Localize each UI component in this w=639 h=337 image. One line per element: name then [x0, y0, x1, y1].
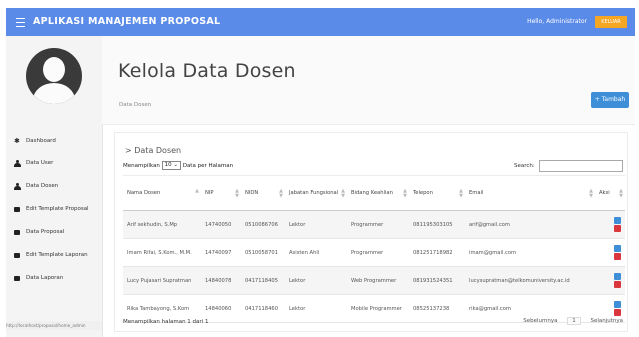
cell-nidn: 0417118405	[241, 266, 285, 295]
page-length-control: Menampilkan 10 ⌄ Data per Halaman	[123, 161, 233, 170]
file-icon	[14, 275, 21, 282]
cell-bidang: Mobile Programmer	[347, 294, 409, 323]
page-header: Kelola Data Dosen Data Dosen + Tambah	[102, 36, 635, 125]
cell-nidn: 0510058701	[241, 238, 285, 267]
cell-telepon: 08525137238	[409, 294, 465, 323]
sidebar-item-label: Edit Template Laporan	[26, 252, 88, 258]
cell-telepon: 081931524351	[409, 266, 465, 295]
app-title: APLIKASI MANAJEMEN PROPOSAL	[33, 16, 221, 27]
sidebar-item-label: Edit Template Proposal	[26, 206, 89, 212]
page-length-prefix: Menampilkan	[123, 163, 160, 169]
edit-icon[interactable]	[614, 273, 621, 280]
table-info: Menampilkan halaman 1 dari 1	[123, 319, 209, 325]
table-row: Lucy Pujasari Supratman 14840078 0417118…	[123, 266, 625, 295]
delete-icon[interactable]	[614, 281, 621, 288]
status-bar-url: http://localhost/proposal/home_admin	[6, 321, 102, 330]
cell-email: imam@gmail.com	[465, 238, 595, 267]
cell-telepon: 081195303105	[409, 210, 465, 239]
breadcrumb[interactable]: Data Dosen	[119, 102, 151, 108]
cell-nama: Imam Rifai, S.Kom., M.M.	[123, 238, 201, 267]
sidebar-item-label: Data Laporan	[26, 275, 64, 281]
table-row: Imam Rifai, S.Kom., M.M. 14740097 051005…	[123, 238, 625, 267]
cell-aksi	[595, 266, 625, 295]
logout-button[interactable]: KELUAR	[595, 16, 627, 28]
sidebar-item-data-dosen[interactable]: Data Dosen	[6, 181, 102, 193]
cell-nidn: 0510086706	[241, 210, 285, 239]
cell-bidang: Programmer	[347, 210, 409, 239]
search-label: Search:	[514, 163, 535, 169]
cell-jabatan: Lektor	[285, 210, 347, 239]
file-icon	[14, 206, 21, 213]
cell-nip: 14840078	[201, 266, 241, 295]
edit-icon[interactable]	[614, 245, 621, 252]
sidebar-item-data-proposal[interactable]: Data Proposal	[6, 227, 102, 239]
sidebar-item-label: Data Dosen	[26, 183, 59, 189]
user-icon	[14, 183, 21, 190]
sidebar-item-data-laporan[interactable]: Data Laporan	[6, 273, 102, 285]
sidebar-item-dashboard[interactable]: ✱ Dashboard	[6, 136, 102, 148]
pagination: Sebelumnya 1 Selanjutnya	[515, 317, 623, 325]
file-icon	[14, 229, 21, 236]
delete-icon[interactable]	[614, 253, 621, 260]
top-navbar: APLIKASI MANAJEMEN PROPOSAL Hello, Admin…	[6, 8, 635, 36]
table-row: Arif sekhudin, S.Mp 14740050 0510086706 …	[123, 210, 625, 239]
column-header-jabatan[interactable]: Jabatan Fungsional ▲ ▼	[285, 175, 347, 211]
cell-jabatan: Lektor	[285, 266, 347, 295]
app-window: APLIKASI MANAJEMEN PROPOSAL Hello, Admin…	[0, 0, 639, 337]
edit-icon[interactable]	[614, 301, 621, 308]
column-header-telepon[interactable]: Telepon ▲ ▼	[409, 175, 465, 211]
add-dosen-button[interactable]: + Tambah	[591, 92, 629, 108]
search-input[interactable]	[539, 160, 623, 172]
cell-aksi	[595, 210, 625, 239]
cell-email: lucysupratman@telkomuniversity.ac.id	[465, 266, 595, 295]
column-header-aksi[interactable]: Aksi ▲ ▼	[595, 175, 625, 211]
page-title: Kelola Data Dosen	[118, 60, 296, 82]
cell-nama: Arif sekhudin, S.Mp	[123, 210, 201, 239]
delete-icon[interactable]	[614, 309, 621, 316]
panel-breadcrumb: > Data Dosen	[125, 146, 182, 155]
cell-bidang: Web Programmer	[347, 266, 409, 295]
next-page-button[interactable]: Selanjutnya	[590, 318, 623, 324]
prev-page-button[interactable]: Sebelumnya	[523, 318, 557, 324]
cell-jabatan: Lektor	[285, 294, 347, 323]
cell-nip: 14740050	[201, 210, 241, 239]
file-icon	[14, 252, 21, 259]
cell-nidn: 0417118460	[241, 294, 285, 323]
cell-nama: Lucy Pujasari Supratman	[123, 266, 201, 295]
page-length-suffix: Data per Halaman	[182, 163, 234, 169]
column-header-nip[interactable]: NIP ▲ ▼	[201, 175, 241, 211]
user-greeting: Hello, Administrator	[527, 18, 587, 25]
page-1-button[interactable]: 1	[567, 317, 581, 325]
cell-jabatan: Asisten Ahli	[285, 238, 347, 267]
delete-icon[interactable]	[614, 225, 621, 232]
sidebar-item-edit-template-laporan[interactable]: Edit Template Laporan	[6, 250, 102, 262]
sidebar-item-label: Dashboard	[26, 138, 56, 144]
sidebar-item-label: Data Proposal	[26, 229, 65, 235]
column-header-email[interactable]: Email ▲ ▼	[465, 175, 595, 211]
cell-nip: 14740097	[201, 238, 241, 267]
sidebar-item-label: Data User	[26, 160, 54, 166]
data-panel: > Data Dosen Menampilkan 10 ⌄ Data per H…	[114, 132, 628, 332]
sidebar: ✱ Dashboard Data User Data Dosen Edit Te…	[6, 36, 103, 337]
cell-telepon: 081251718982	[409, 238, 465, 267]
table-header-row: Nama Dosen ▲ NIP ▲ ▼ NIDN ▲ ▼ Jabatan Fungsio…	[123, 175, 625, 211]
column-header-bidang[interactable]: Bidang Keahlian ▲ ▼	[347, 175, 409, 211]
cell-bidang: Programmer	[347, 238, 409, 267]
sidebar-item-edit-template-proposal[interactable]: Edit Template Proposal	[6, 204, 102, 216]
sidebar-item-data-user[interactable]: Data User	[6, 158, 102, 170]
dosen-table: Nama Dosen ▲ NIP ▲ ▼ NIDN ▲ ▼ Jabatan Fungsio…	[123, 175, 625, 323]
cell-aksi	[595, 238, 625, 267]
column-header-nidn[interactable]: NIDN ▲ ▼	[241, 175, 285, 211]
dashboard-icon: ✱	[14, 137, 20, 145]
menu-icon[interactable]	[16, 18, 25, 27]
edit-icon[interactable]	[614, 217, 621, 224]
user-icon	[14, 160, 21, 167]
column-header-nama[interactable]: Nama Dosen ▲	[123, 175, 201, 211]
page-length-select[interactable]: 10 ⌄	[161, 161, 181, 170]
page-length-value: 10	[164, 162, 172, 168]
avatar	[26, 48, 82, 104]
cell-email: arif@gmail.com	[465, 210, 595, 239]
